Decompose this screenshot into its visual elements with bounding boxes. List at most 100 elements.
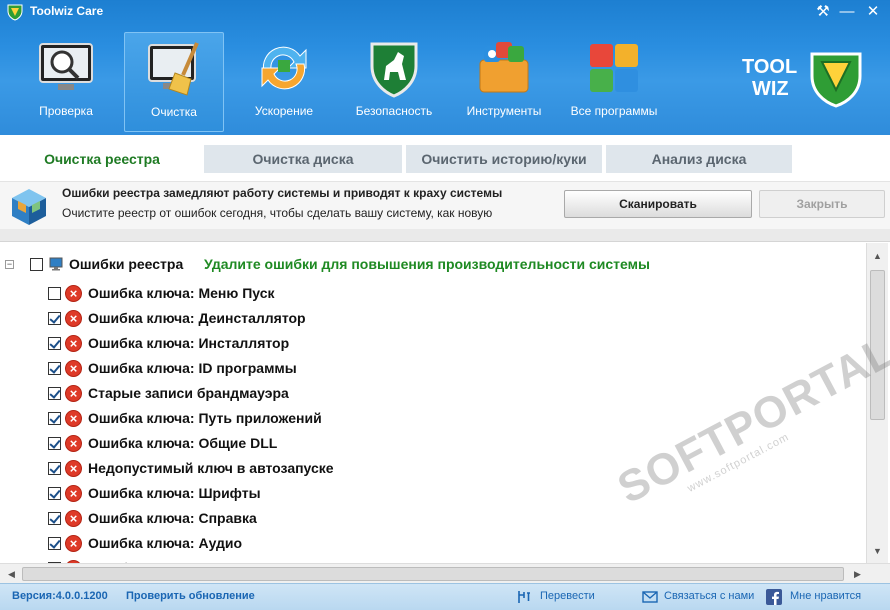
root-checkbox[interactable]: [30, 258, 43, 271]
scan-button[interactable]: Сканировать: [564, 190, 752, 218]
tree-item-label: Ошибка ключа: Меню Пуск: [88, 285, 275, 301]
vertical-scrollbar[interactable]: ▲ ▼: [866, 243, 888, 563]
tab-disk-clean[interactable]: Очистка диска: [204, 145, 402, 173]
item-checkbox[interactable]: [48, 362, 61, 375]
tool-security[interactable]: Безопасность: [344, 32, 444, 132]
scroll-left-arrow-icon[interactable]: ◀: [3, 566, 20, 582]
horizontal-scrollbar[interactable]: ◀ ▶: [0, 563, 890, 583]
tool-label: Инструменты: [466, 104, 542, 118]
tree-item-label: Ошибка ключа: Общие DLL: [88, 435, 278, 451]
item-checkbox[interactable]: [48, 537, 61, 550]
item-checkbox[interactable]: [48, 487, 61, 500]
error-icon: ×: [65, 310, 82, 327]
subtab-bar: Очистка реестра Очистка диска Очистить и…: [0, 135, 890, 181]
contact-link[interactable]: Связаться с нами: [664, 590, 754, 602]
tree-item-row[interactable]: × Ошибка ключа: Путь приложений: [0, 407, 866, 432]
brand-wordmark: TOOL WIZ: [742, 56, 797, 100]
tree-item-label: Старые записи брандмауэра: [88, 385, 289, 401]
tree-item-row[interactable]: × Ошибка ключа: Общие DLL: [0, 432, 866, 457]
status-bar: Версия:4.0.0.1200 Проверить обновление П…: [0, 583, 890, 610]
tree-item-row[interactable]: × Ошибка ключа: Инсталлятор: [0, 332, 866, 357]
tab-registry-clean[interactable]: Очистка реестра: [14, 145, 190, 173]
brand-line-1: TOOL: [742, 56, 798, 78]
horizontal-scroll-thumb[interactable]: [22, 567, 844, 581]
settings-icon[interactable]: ⚒: [812, 2, 834, 22]
item-checkbox[interactable]: [48, 337, 61, 350]
registry-cubes-icon: [12, 189, 46, 225]
tool-clean[interactable]: Очистка: [124, 32, 224, 132]
tree-item-row[interactable]: × Ошибка ключа: Меню Пуск: [0, 282, 866, 307]
facebook-icon: [766, 589, 782, 605]
collapse-toggle[interactable]: −: [5, 260, 14, 269]
shield-horse-icon: [370, 42, 418, 98]
tree-item-label: Ошибка ключа: ID программы: [88, 360, 297, 376]
item-checkbox[interactable]: [48, 462, 61, 475]
toolbox-icon: [479, 42, 529, 93]
tree-item-label: Ошибка ключа: Справка: [88, 510, 257, 526]
tool-speedup[interactable]: Ускорение: [234, 32, 334, 132]
tool-label: Безопасность: [355, 104, 433, 118]
error-icon: ×: [65, 335, 82, 352]
scroll-up-arrow-icon[interactable]: ▲: [869, 248, 886, 265]
item-checkbox[interactable]: [48, 312, 61, 325]
info-panel: Ошибки реестра замедляют работу системы …: [0, 181, 890, 229]
tree-root-hint: Удалите ошибки для повышения производите…: [204, 256, 650, 272]
vertical-scroll-thumb[interactable]: [870, 270, 885, 420]
error-icon: ×: [65, 435, 82, 452]
tree-root-row: − Ошибки реестра Удалите ошибки для повы…: [0, 255, 866, 275]
app-title: Toolwiz Care: [30, 4, 104, 18]
tree-item-label: Недопустимый ключ в автозапуске: [88, 460, 334, 476]
header-band: Toolwiz Care ⚒ ― ✕ Проверка Очистка Уско…: [0, 0, 890, 135]
like-link[interactable]: Мне нравится: [790, 590, 861, 602]
tree-item-label: Ошибка ключа: Шрифты: [88, 485, 261, 501]
tool-all-programs[interactable]: Все программы: [564, 32, 664, 132]
tool-label: Очистка: [151, 105, 197, 119]
tab-history-cookies[interactable]: Очистить историю/куки: [406, 145, 602, 173]
tree-item-label: Ошибка ключа: Аудио: [88, 535, 243, 551]
tree-item-row[interactable]: × Ошибка ключа: ID программы: [0, 357, 866, 382]
tool-label: Ускорение: [254, 104, 314, 118]
registry-tree: − Ошибки реестра Удалите ошибки для повы…: [0, 243, 866, 563]
brand-shield-icon: [810, 52, 862, 108]
tab-disk-analysis[interactable]: Анализ диска: [606, 145, 792, 173]
close-button[interactable]: ✕: [862, 2, 884, 22]
tree-root-label: Ошибки реестра: [69, 256, 184, 272]
tool-label: Проверка: [39, 104, 93, 118]
minimize-button[interactable]: ―: [836, 2, 858, 22]
app-logo-icon: [7, 4, 23, 21]
info-subtitle: Очистите реестр от ошибок сегодня, чтобы…: [62, 206, 493, 220]
tree-item-row[interactable]: × Ошибка ключа: Аудио: [0, 532, 866, 557]
tree-item-label: Ошибка ключа: Путь приложений: [88, 410, 322, 426]
tree-item-row[interactable]: × Ошибка ключа: Шрифты: [0, 482, 866, 507]
item-checkbox[interactable]: [48, 387, 61, 400]
tree-item-row[interactable]: × Старые записи брандмауэра: [0, 382, 866, 407]
tree-item-row[interactable]: × Недопустимый ключ в автозапуске: [0, 457, 866, 482]
version-label: Версия:4.0.0.1200: [12, 590, 108, 602]
check-update-link[interactable]: Проверить обновление: [126, 590, 255, 602]
close-panel-button[interactable]: Закрыть: [759, 190, 885, 218]
tool-utilities[interactable]: Инструменты: [454, 32, 554, 132]
error-icon: ×: [65, 385, 82, 402]
scroll-right-arrow-icon[interactable]: ▶: [849, 566, 866, 582]
item-checkbox[interactable]: [48, 437, 61, 450]
splitter[interactable]: [0, 229, 890, 242]
mail-icon: [642, 591, 658, 603]
tree-item-label: Ошибка ключа: Инсталлятор: [88, 335, 290, 351]
translate-icon: [518, 591, 530, 603]
tool-label: Все программы: [570, 104, 658, 118]
broom-monitor-icon: [148, 42, 199, 96]
translate-link[interactable]: Перевести: [540, 590, 595, 602]
item-checkbox[interactable]: [48, 512, 61, 525]
tool-check[interactable]: Проверка: [16, 32, 116, 132]
error-icon: ×: [65, 410, 82, 427]
tree-item-label: Ошибка ключа: Деинсталлятор: [88, 310, 306, 326]
error-icon: ×: [65, 510, 82, 527]
tree-item-row[interactable]: × Ошибка ключа: Справка: [0, 507, 866, 532]
item-checkbox[interactable]: [48, 287, 61, 300]
title-bar: Toolwiz Care ⚒ ― ✕: [0, 0, 890, 24]
item-checkbox[interactable]: [48, 412, 61, 425]
scroll-down-arrow-icon[interactable]: ▼: [869, 543, 886, 560]
tree-item-row[interactable]: × Ошибка ключа: Деинсталлятор: [0, 307, 866, 332]
info-title: Ошибки реестра замедляют работу системы …: [62, 186, 503, 200]
brand-line-2: WIZ: [752, 78, 789, 100]
